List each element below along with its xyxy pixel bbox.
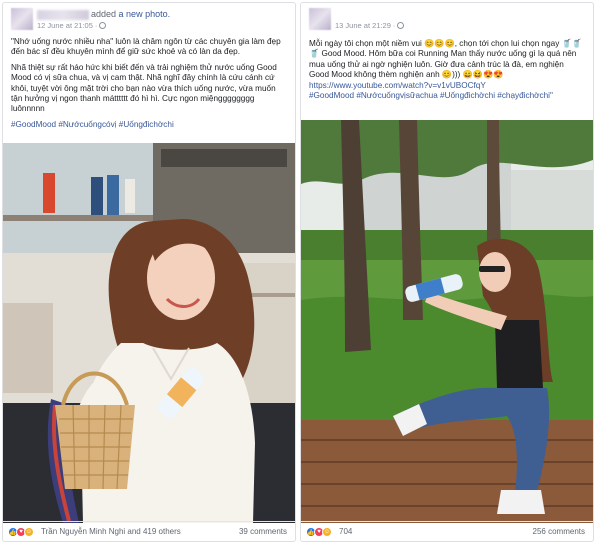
comments-count[interactable]: 256 comments — [533, 527, 585, 536]
post-caption: "Nhớ uống nước nhiều nha" luôn là châm n… — [11, 37, 287, 135]
caption-paragraph: Nhã thiệt sự rất háo hức khi biết đến và… — [11, 62, 277, 114]
globe-icon — [99, 22, 107, 29]
comments-count[interactable]: 39 comments — [239, 527, 287, 536]
post-footer: 👍 ♥ ☺ Trần Nguyễn Minh Nghi and 419 othe… — [3, 521, 295, 541]
caption-paragraph: Mỗi ngày tôi chọn một niềm vui 😊😊😊, chọn… — [309, 39, 582, 80]
post-footer: 👍 ♥ ☺ 704 256 comments — [301, 521, 593, 541]
globe-icon — [397, 22, 405, 29]
post-caption: Mỗi ngày tôi chọn một niềm vui 😊😊😊, chọn… — [309, 39, 585, 106]
haha-icon: ☺ — [322, 527, 332, 537]
post-header: added a new photo. 12 June at 21:05 · — [11, 8, 287, 32]
photo-link[interactable]: a new photo. — [119, 9, 171, 19]
caption-paragraph: "Nhớ uống nước nhiều nha" luôn là châm n… — [11, 37, 281, 57]
post-card-right: 13 June at 21:29 · Mỗi ngày tôi chọn một … — [300, 2, 594, 542]
hashtags[interactable]: #GoodMood #Nướcuốngvịsữachua #Uốngđichờc… — [309, 91, 585, 101]
reactions[interactable]: 👍 ♥ ☺ — [8, 527, 34, 537]
post-timestamp[interactable]: 12 June at 21:05 · — [37, 21, 107, 30]
post-action: added a new photo. — [91, 9, 171, 19]
post-photo[interactable] — [301, 120, 593, 523]
avatar[interactable] — [11, 8, 33, 30]
author-name-blurred[interactable] — [37, 10, 89, 20]
post-photo[interactable] — [3, 143, 295, 523]
reactions[interactable]: 👍 ♥ ☺ — [306, 527, 332, 537]
haha-icon: ☺ — [24, 527, 34, 537]
reactions-count[interactable]: 704 — [339, 527, 352, 536]
youtube-link[interactable]: https://www.youtube.com/watch?v=v1vUBOCf… — [309, 81, 585, 91]
avatar[interactable] — [309, 8, 331, 30]
post-timestamp[interactable]: 13 June at 21:29 · — [335, 21, 405, 30]
post-card-left: added a new photo. 12 June at 21:05 · "Nh… — [2, 2, 296, 542]
reactions-summary[interactable]: Trần Nguyễn Minh Nghi and 419 others — [41, 527, 181, 536]
post-header: 13 June at 21:29 · — [309, 8, 585, 32]
hashtags[interactable]: #GoodMood #Nướcuốngcóvị #Uốngđichờchi — [11, 120, 287, 130]
